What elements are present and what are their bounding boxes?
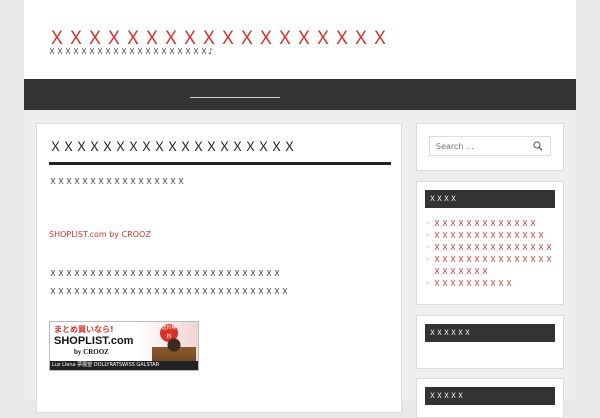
recent-post-item[interactable]: ＸＸＸＸＸＸＸＸＸＸＸＸＸＸＸＸＸＸＸＸＸＸ [425, 254, 553, 278]
post-paragraph-3: ＸＸＸＸＸＸＸＸＸＸＸＸＸＸＸＸＸＸＸＸＸＸＸＸＸＸＸＸＸＸ [49, 287, 289, 296]
recent-post-item[interactable]: ＸＸＸＸＸＸＸＸＸＸＸＸＸ [425, 218, 553, 230]
archive-widget: ＸＸＸＸＸＸ [416, 315, 564, 369]
page-container: ＸＸＸＸＸＸＸＸＸＸＸＸＸＸＸＸＸＸ ＸＸＸＸＸＸＸＸＸＸＸＸＸＸＸＸＸＸＸＸ♪… [24, 0, 576, 418]
nav-active-indicator [190, 97, 280, 98]
site-description: ＸＸＸＸＸＸＸＸＸＸＸＸＸＸＸＸＸＸＸＸ♪ [48, 47, 214, 56]
post-title[interactable]: ＸＸＸＸＸＸＸＸＸＸＸＸＸＸＸＸＸＸＸ [49, 136, 296, 155]
recent-post-item[interactable]: ＸＸＸＸＸＸＸＸＸＸ [425, 278, 553, 290]
title-divider [49, 162, 391, 165]
recent-posts-widget: ＸＸＸＸ ＸＸＸＸＸＸＸＸＸＸＸＸＸ ＸＸＸＸＸＸＸＸＸＸＸＸＸＸ ＸＸＸＸＸＸ… [416, 181, 564, 305]
archive-title: ＸＸＸＸＸＸ [425, 324, 555, 342]
recent-post-item[interactable]: ＸＸＸＸＸＸＸＸＸＸＸＸＸＸ [425, 230, 553, 242]
shoplist-banner-ad[interactable]: まとめ買いなら! 送料無料 SHOPLIST.com by CROOZ Luz … [49, 321, 199, 371]
main-navigation [24, 79, 576, 110]
recent-posts-title: ＸＸＸＸ [425, 190, 555, 208]
post-article: ＸＸＸＸＸＸＸＸＸＸＸＸＸＸＸＸＸＸＸ ＸＸＸＸＸＸＸＸＸＸＸＸＸＸＸＸＸ SH… [36, 123, 402, 413]
search-widget [416, 123, 564, 171]
banner-by: by CROOZ [74, 348, 109, 356]
banner-brand-strip: Luz Llena 夢展望 DOLLYRATSWISS GALSTAR [50, 361, 198, 370]
shoplist-link[interactable]: SHOPLIST.com by CROOZ [49, 230, 151, 239]
post-paragraph-2: ＸＸＸＸＸＸＸＸＸＸＸＸＸＸＸＸＸＸＸＸＸＸＸＸＸＸＸＸＸ [49, 269, 281, 278]
banner-headline: まとめ買いなら! [54, 325, 114, 334]
category-title: ＸＸＸＸＸ [425, 387, 555, 405]
category-widget: ＸＸＸＸＸ [416, 378, 564, 418]
search-icon[interactable] [533, 141, 543, 151]
recent-posts-list: ＸＸＸＸＸＸＸＸＸＸＸＸＸ ＸＸＸＸＸＸＸＸＸＸＸＸＸＸ ＸＸＸＸＸＸＸＸＸＸＸ… [425, 218, 553, 290]
post-paragraph-1: ＸＸＸＸＸＸＸＸＸＸＸＸＸＸＸＸＸ [49, 177, 185, 186]
recent-post-item[interactable]: ＸＸＸＸＸＸＸＸＸＸＸＸＸＸＸ [425, 242, 553, 254]
banner-brand: SHOPLIST.com [54, 335, 134, 347]
